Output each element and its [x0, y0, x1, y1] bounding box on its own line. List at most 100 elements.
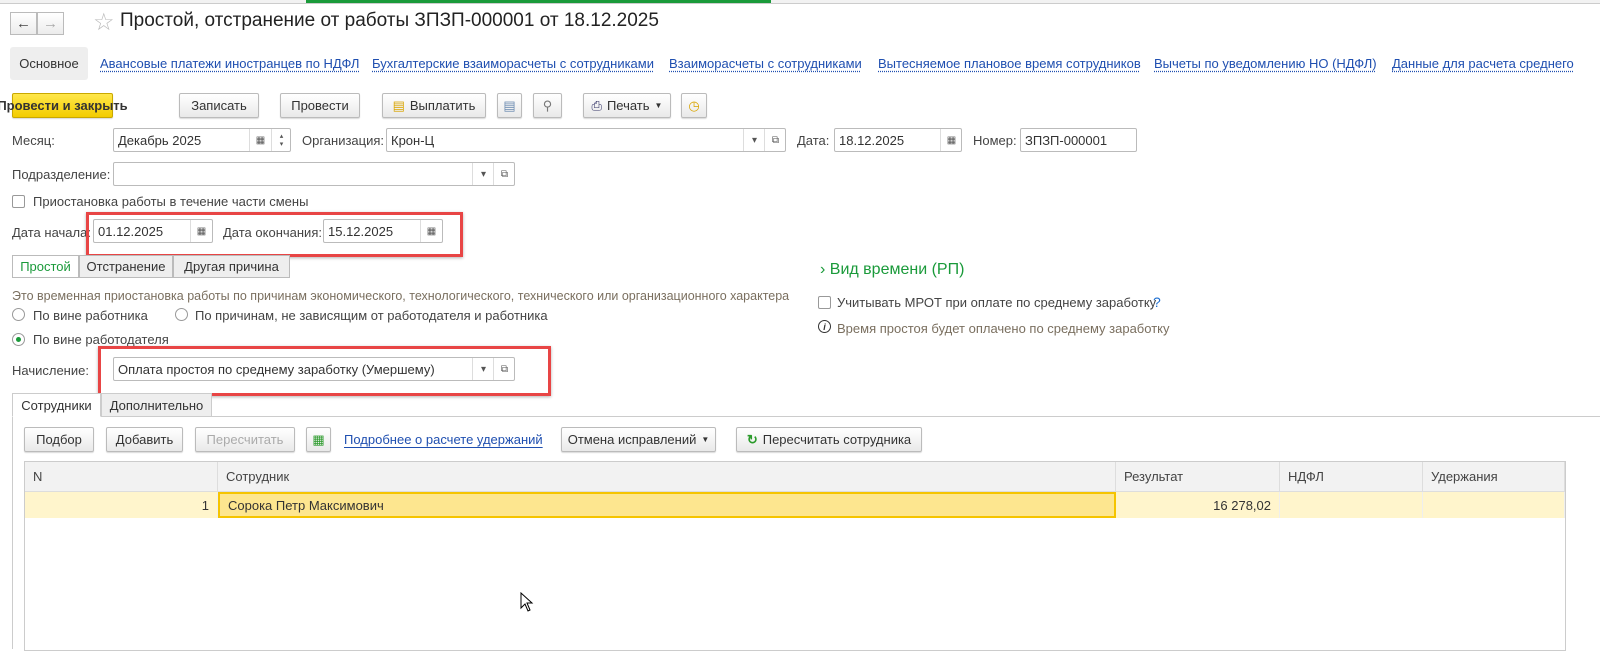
highlight-box-accrual: [98, 346, 551, 396]
tab-employees[interactable]: Сотрудники: [12, 393, 101, 417]
number-value: ЗПЗП-000001: [1025, 132, 1108, 148]
col-n-label: N: [33, 469, 43, 484]
col-ndfl-label: НДФЛ: [1288, 469, 1324, 484]
cell-ndfl[interactable]: [1280, 492, 1423, 518]
calendar-icon[interactable]: ▦: [249, 129, 271, 151]
kind-other-label: Другая причина: [184, 259, 279, 274]
dept-field[interactable]: ▾ ⧉: [113, 162, 515, 186]
cell-result[interactable]: 16 278,02: [1116, 492, 1280, 518]
add-button[interactable]: Добавить: [106, 427, 183, 452]
radio-employee-fault[interactable]: [12, 308, 25, 321]
back-button[interactable]: ←: [10, 12, 37, 35]
recalc-employee-button[interactable]: ↻ Пересчитать сотрудника: [736, 427, 922, 452]
forward-button[interactable]: →: [37, 12, 64, 35]
kind-suspension[interactable]: Отстранение: [79, 255, 173, 278]
chevron-down-icon: ▼: [701, 435, 710, 444]
recalc-employee-label: Пересчитать сотрудника: [762, 432, 912, 447]
cell-n[interactable]: 1: [25, 492, 218, 518]
col-n[interactable]: N: [25, 462, 218, 492]
open-icon[interactable]: ⧉: [493, 163, 515, 185]
link-deductions[interactable]: Вычеты по уведомлению НО (НДФЛ): [1154, 56, 1377, 71]
org-value: Крон-Ц: [391, 132, 435, 148]
help-icon[interactable]: ?: [1153, 294, 1161, 310]
active-tab-indicator: [306, 0, 771, 3]
star-icon[interactable]: ☆: [93, 8, 115, 37]
col-deductions[interactable]: Удержания: [1423, 462, 1565, 492]
save-button[interactable]: Записать: [179, 93, 259, 118]
tab-employees-label: Сотрудники: [21, 397, 92, 413]
mrot-checkbox[interactable]: [818, 296, 831, 309]
radio-independent[interactable]: [175, 308, 188, 321]
col-ndfl[interactable]: НДФЛ: [1280, 462, 1423, 492]
time-kind-group[interactable]: › Вид времени (РП): [820, 261, 964, 279]
printer-icon: ⎙: [591, 97, 602, 113]
link-accounting-settlements[interactable]: Бухгалтерские взаиморасчеты с сотрудника…: [372, 56, 654, 71]
dropdown-arrow-icon[interactable]: ▾: [472, 163, 494, 185]
deductions-details-link[interactable]: Подробнее о расчете удержаний: [344, 432, 543, 447]
recalc-button[interactable]: Пересчитать: [195, 427, 295, 452]
tab-additional-label: Дополнительно: [109, 397, 204, 413]
highlight-box-dates: [86, 212, 463, 257]
cancel-fixes-button[interactable]: Отмена исправлений ▼: [561, 427, 716, 452]
partial-shift-label: Приостановка работы в течение части смен…: [33, 194, 309, 209]
post-button[interactable]: Провести: [280, 93, 360, 118]
month-spinner[interactable]: ▴ ▾: [271, 129, 291, 151]
info-icon: i: [818, 320, 831, 333]
recalc-label: Пересчитать: [206, 432, 284, 447]
number-field[interactable]: ЗПЗП-000001: [1020, 128, 1137, 152]
page-title: Простой, отстранение от работы ЗПЗП-0000…: [120, 10, 659, 31]
pick-button[interactable]: Подбор: [24, 427, 94, 452]
pay-label: Выплатить: [409, 98, 476, 113]
calendar-icon[interactable]: ▦: [940, 129, 962, 151]
back-arrow-icon: ←: [16, 15, 31, 32]
date-field[interactable]: 18.12.2025 ▦: [834, 128, 962, 152]
forward-arrow-icon: →: [43, 15, 58, 32]
attach-button[interactable]: ⚲: [533, 93, 562, 118]
partial-shift-checkbox[interactable]: [12, 195, 25, 208]
post-and-close-button[interactable]: Провести и закрыть: [0, 93, 128, 118]
clock-doc-icon: ◷: [688, 97, 700, 113]
radio-employer-fault[interactable]: [12, 333, 25, 346]
history-button[interactable]: ◷: [681, 93, 707, 118]
add-table-button[interactable]: ▦: [306, 427, 331, 452]
time-kind-label: Вид времени (РП): [829, 261, 965, 278]
month-field[interactable]: Декабрь 2025 ▦ ▴ ▾: [113, 128, 291, 152]
link-advance-payments[interactable]: Авансовые платежи иностранцев по НДФЛ: [100, 56, 359, 71]
org-field[interactable]: Крон-Ц ▾ ⧉: [386, 128, 786, 152]
add-label: Добавить: [115, 432, 174, 447]
tab-additional[interactable]: Дополнительно: [101, 393, 212, 417]
chevron-right-icon: ›: [820, 261, 830, 278]
paperclip-icon: ⚲: [542, 97, 553, 113]
radio-employee-fault-label: По вине работника: [33, 308, 148, 323]
post-and-close-label: Провести и закрыть: [0, 98, 128, 113]
col-employee-label: Сотрудник: [226, 469, 290, 484]
print-label: Печать: [606, 98, 650, 113]
print-button[interactable]: ⎙ Печать ▼: [583, 93, 671, 118]
kind-idle-label: Простой: [20, 259, 71, 274]
section-main-label: Основное: [19, 56, 79, 71]
cell-deductions[interactable]: [1423, 492, 1565, 518]
kind-idle[interactable]: Простой: [12, 255, 79, 278]
refresh-icon: ↻: [746, 431, 758, 447]
cell-employee[interactable]: Сорока Петр Максимович: [218, 492, 1116, 518]
link-displaced-time[interactable]: Вытесняемое плановое время сотрудников: [878, 56, 1141, 71]
radio-independent-label: По причинам, не зависящим от работодател…: [195, 308, 548, 323]
dropdown-arrow-icon[interactable]: ▾: [743, 129, 765, 151]
mrot-label: Учитывать МРОТ при оплате по среднему за…: [837, 295, 1157, 310]
cell-result-value: 16 278,02: [1213, 497, 1271, 513]
link-average-data[interactable]: Данные для расчета среднего: [1392, 56, 1574, 71]
section-main[interactable]: Основное: [10, 47, 88, 80]
table-add-icon: ▦: [312, 431, 325, 447]
link-settlements[interactable]: Взаиморасчеты с сотрудниками: [669, 56, 862, 71]
cell-employee-value: Сорока Петр Максимович: [228, 497, 384, 513]
list-button[interactable]: ▤: [497, 93, 522, 118]
kind-other[interactable]: Другая причина: [173, 255, 290, 278]
save-label: Записать: [191, 98, 247, 113]
kind-description: Это временная приостановка работы по при…: [12, 289, 790, 303]
open-icon[interactable]: ⧉: [764, 129, 786, 151]
col-result[interactable]: Результат: [1116, 462, 1280, 492]
pay-button[interactable]: ▤ Выплатить: [382, 93, 486, 118]
chevron-down-icon: ▼: [654, 101, 663, 110]
col-employee[interactable]: Сотрудник: [218, 462, 1116, 492]
info-text: Время простоя будет оплачено по среднему…: [837, 321, 1170, 336]
